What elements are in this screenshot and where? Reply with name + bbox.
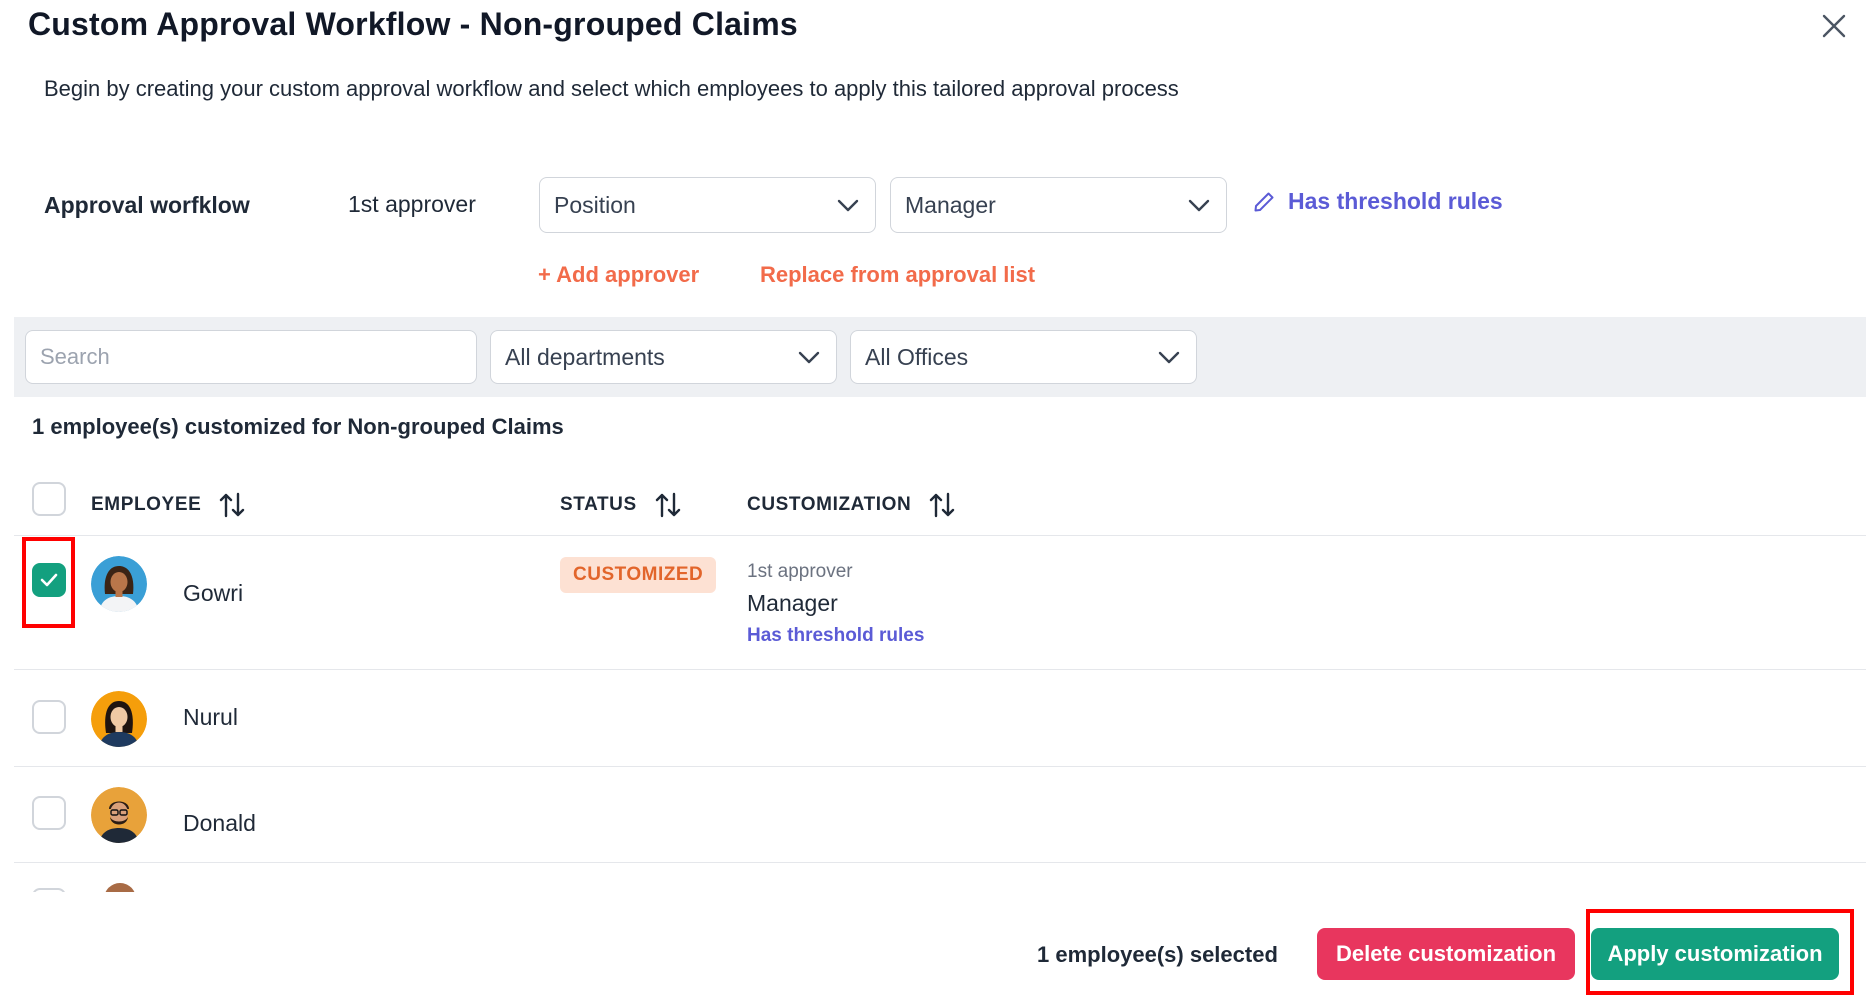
status-badge: CUSTOMIZED <box>560 557 717 593</box>
table-row[interactable]: Donald <box>14 767 1866 863</box>
pencil-icon <box>1254 192 1274 211</box>
customization-threshold-link[interactable]: Has threshold rules <box>747 625 924 647</box>
department-filter[interactable]: All departments <box>490 330 837 384</box>
table-row[interactable]: Gowri <box>14 536 1866 670</box>
replace-from-list-link[interactable]: Replace from approval list <box>760 262 1035 288</box>
approver-value: Manager <box>905 191 996 218</box>
row-checkbox[interactable] <box>32 700 66 734</box>
sort-icon[interactable] <box>927 490 957 520</box>
chevron-down-icon <box>1156 344 1182 370</box>
employee-name: Nurul <box>183 704 238 730</box>
avatar <box>91 691 147 747</box>
employee-name: Donald <box>183 810 256 836</box>
search-input[interactable] <box>25 330 477 384</box>
row-checkbox[interactable] <box>32 796 66 830</box>
column-customization: CUSTOMIZATION <box>747 490 957 520</box>
table-row[interactable]: Nurul <box>14 670 1866 767</box>
avatar <box>91 556 147 612</box>
row-checkbox[interactable] <box>32 563 66 597</box>
dialog-subtitle: Begin by creating your custom approval w… <box>44 76 1179 101</box>
threshold-rules-link[interactable]: Has threshold rules <box>1252 188 1503 215</box>
row-checkbox[interactable] <box>32 888 66 892</box>
office-filter[interactable]: All Offices <box>850 330 1197 384</box>
chevron-down-icon <box>1186 192 1212 218</box>
table-row-partial <box>14 862 1866 892</box>
office-value: All Offices <box>865 343 969 370</box>
avatar <box>104 883 136 892</box>
workflow-label: Approval worfklow <box>44 192 250 218</box>
column-status: STATUS <box>560 490 683 520</box>
column-employee-label: EMPLOYEE <box>91 494 202 515</box>
selected-count: 1 employee(s) selected <box>1037 942 1278 967</box>
column-status-label: STATUS <box>560 494 637 515</box>
apply-customization-button[interactable]: Apply customization <box>1591 928 1839 980</box>
customized-count: 1 employee(s) customized for Non-grouped… <box>32 414 564 439</box>
threshold-rules-label: Has threshold rules <box>1288 188 1503 214</box>
table-header: EMPLOYEE STATUS CUSTOMIZATION <box>14 466 1866 536</box>
approver-type-select[interactable]: Position <box>539 177 876 233</box>
dialog-title: Custom Approval Workflow - Non-grouped C… <box>28 6 798 42</box>
delete-customization-button[interactable]: Delete customization <box>1317 928 1575 980</box>
column-employee: EMPLOYEE <box>91 490 247 520</box>
select-all-checkbox[interactable] <box>32 482 66 516</box>
close-icon <box>1822 14 1846 38</box>
close-button[interactable] <box>1814 6 1854 46</box>
column-customization-label: CUSTOMIZATION <box>747 494 912 515</box>
employee-name: Gowri <box>183 580 244 606</box>
check-icon <box>40 573 58 587</box>
sort-icon[interactable] <box>653 490 683 520</box>
approver-type-value: Position <box>554 191 636 218</box>
approver-value-select[interactable]: Manager <box>890 177 1227 233</box>
sort-icon[interactable] <box>217 490 247 520</box>
customization-value: Manager <box>747 590 838 616</box>
add-approver-button[interactable]: + Add approver <box>538 262 699 288</box>
approver-label: 1st approver <box>348 191 476 217</box>
department-value: All departments <box>505 343 665 370</box>
chevron-down-icon <box>796 344 822 370</box>
avatar <box>91 787 147 843</box>
chevron-down-icon <box>835 192 861 218</box>
customization-approver-label: 1st approver <box>747 561 853 582</box>
